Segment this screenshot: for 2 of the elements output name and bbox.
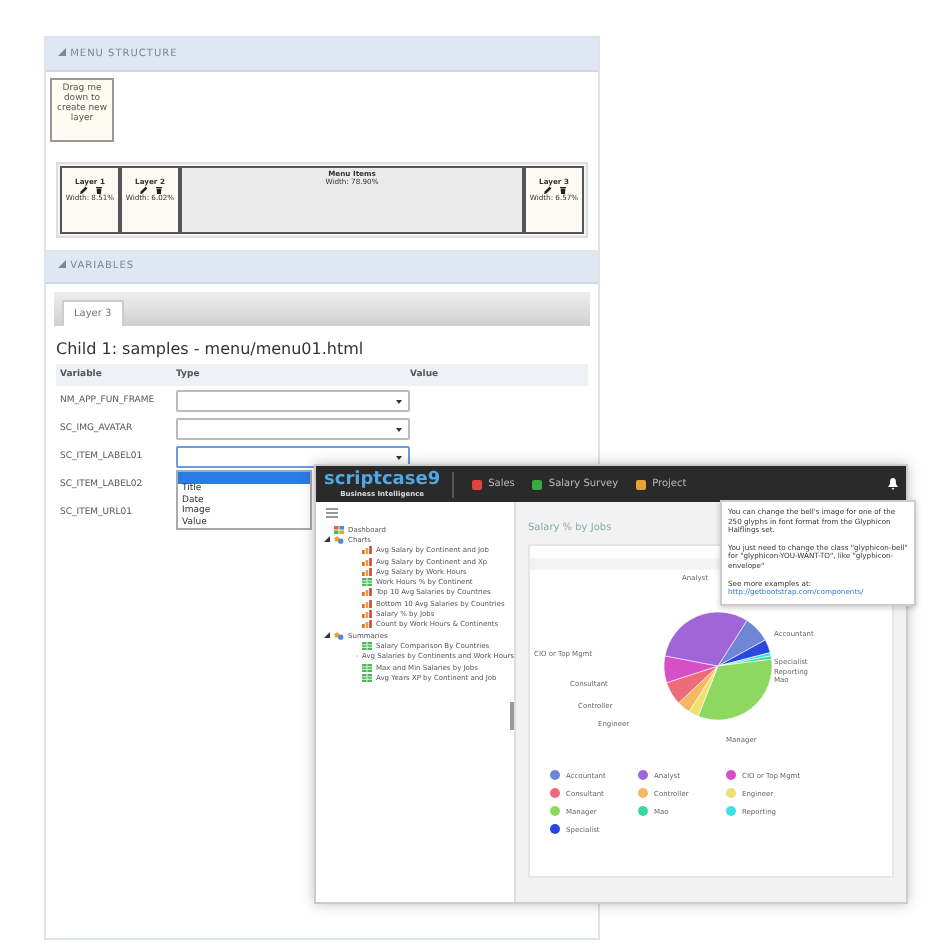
logo: scriptcase9 bbox=[324, 471, 441, 489]
page-title: Child 1: samples - menu/menu01.html bbox=[56, 340, 366, 358]
